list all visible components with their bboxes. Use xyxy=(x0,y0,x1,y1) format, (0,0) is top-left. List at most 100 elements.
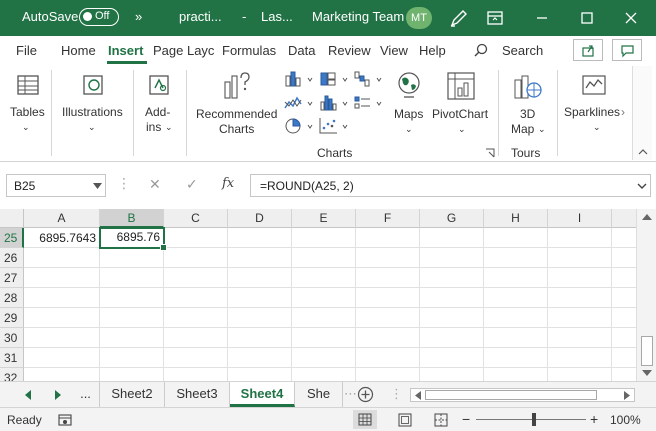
grid-cell[interactable] xyxy=(548,348,612,368)
pivotchart-label[interactable]: PivotChart xyxy=(432,107,488,122)
grid-cell[interactable] xyxy=(24,268,100,288)
grid-cell[interactable] xyxy=(420,288,484,308)
grid-cell[interactable] xyxy=(24,348,100,368)
3d-map-label-line2[interactable]: Map xyxy=(511,122,534,137)
grid-cell[interactable] xyxy=(484,288,548,308)
grid-cell[interactable] xyxy=(548,248,612,268)
grid-cell[interactable] xyxy=(548,328,612,348)
waterfall-chart-icon[interactable] xyxy=(352,70,386,88)
grid-cell[interactable] xyxy=(484,308,548,328)
maps-icon[interactable] xyxy=(395,70,423,102)
search-label[interactable]: Search xyxy=(502,43,543,58)
zoom-slider-thumb[interactable] xyxy=(532,413,536,426)
grid-cell[interactable] xyxy=(24,248,100,268)
column-header-b[interactable]: B xyxy=(100,209,164,228)
add-ins-label-line1[interactable]: Add- xyxy=(145,105,170,120)
grid-cell[interactable] xyxy=(420,368,484,381)
scroll-up-icon[interactable] xyxy=(642,213,652,220)
grid-cell[interactable] xyxy=(484,348,548,368)
sheet-tab-partial[interactable]: She xyxy=(295,382,343,407)
grid-cell[interactable] xyxy=(420,228,484,248)
cell-a25[interactable]: 6895.7643 xyxy=(24,228,100,248)
grid-cell[interactable] xyxy=(24,288,100,308)
maximize-icon[interactable] xyxy=(576,8,598,28)
new-sheet-icon[interactable] xyxy=(357,386,374,403)
sparklines-icon[interactable] xyxy=(580,72,608,98)
tab-help[interactable]: Help xyxy=(419,43,446,58)
grid-cell[interactable] xyxy=(228,348,292,368)
grid-cell[interactable] xyxy=(548,228,612,248)
tab-scroll-split-handle[interactable]: ⋮ xyxy=(390,386,403,402)
column-header-d[interactable]: D xyxy=(228,209,292,228)
user-avatar[interactable]: MT xyxy=(406,7,432,29)
column-header-i[interactable]: I xyxy=(548,209,612,228)
grid-cell[interactable] xyxy=(484,248,548,268)
page-layout-view-icon[interactable] xyxy=(398,413,412,427)
search-icon[interactable] xyxy=(473,42,489,58)
grid-cell[interactable] xyxy=(356,228,420,248)
ribbon-scroll-right-icon[interactable]: › xyxy=(621,105,625,120)
pivotchart-icon[interactable] xyxy=(446,70,476,102)
ribbon-display-options-icon[interactable] xyxy=(484,8,506,28)
3d-map-icon[interactable] xyxy=(511,70,543,102)
grid-cell[interactable] xyxy=(420,328,484,348)
grid-cell[interactable] xyxy=(100,248,164,268)
file-name[interactable]: practi... xyxy=(179,9,222,24)
column-header-f[interactable]: F xyxy=(356,209,420,228)
next-sheet-icon[interactable] xyxy=(54,390,62,400)
grid-cell[interactable] xyxy=(228,228,292,248)
sheet-tab-sheet3[interactable]: Sheet3 xyxy=(165,382,230,407)
row-header-26[interactable]: 26 xyxy=(0,248,24,268)
share-button[interactable] xyxy=(573,39,603,61)
grid-cell[interactable] xyxy=(100,288,164,308)
select-all-button[interactable] xyxy=(0,209,24,228)
column-header-h[interactable]: H xyxy=(484,209,548,228)
grid-cell[interactable] xyxy=(164,228,228,248)
grid-cell[interactable] xyxy=(24,308,100,328)
grid-cell[interactable] xyxy=(292,368,356,381)
grid-cell[interactable] xyxy=(228,368,292,381)
grid-cell[interactable] xyxy=(548,308,612,328)
row-header-27[interactable]: 27 xyxy=(0,268,24,288)
grid-cell[interactable] xyxy=(100,368,164,381)
autosave-toggle[interactable]: Off xyxy=(79,8,119,26)
tables-label[interactable]: Tables xyxy=(10,105,45,120)
grid-cell[interactable] xyxy=(292,348,356,368)
column-header-g[interactable]: G xyxy=(420,209,484,228)
grid-cell[interactable] xyxy=(24,328,100,348)
tab-formulas[interactable]: Formulas xyxy=(222,43,276,58)
pen-icon[interactable] xyxy=(448,8,470,28)
sparklines-label[interactable]: Sparklines xyxy=(564,105,620,120)
line-chart-icon[interactable] xyxy=(283,94,317,112)
scroll-down-icon[interactable] xyxy=(642,370,652,377)
grid-cell[interactable] xyxy=(292,228,356,248)
sparklines-dropdown-icon[interactable]: ⌄ xyxy=(593,120,601,135)
grid-cell[interactable] xyxy=(100,308,164,328)
tab-data[interactable]: Data xyxy=(288,43,315,58)
sheet-tab-sheet4[interactable]: Sheet4 xyxy=(230,382,295,407)
grid-cell[interactable] xyxy=(420,248,484,268)
previous-sheet-icon[interactable] xyxy=(24,390,32,400)
recommended-charts-label-line2[interactable]: Charts xyxy=(219,122,254,137)
grid-cell[interactable] xyxy=(164,348,228,368)
maps-label[interactable]: Maps xyxy=(394,107,423,122)
grid-cell[interactable] xyxy=(292,288,356,308)
vertical-scroll-thumb[interactable] xyxy=(641,336,653,366)
grid-cell[interactable] xyxy=(484,328,548,348)
formula-input[interactable]: =ROUND(A25, 2) xyxy=(250,174,651,197)
zoom-slider-track[interactable] xyxy=(476,419,586,420)
maps-dropdown-icon[interactable]: ⌄ xyxy=(405,122,413,137)
tab-insert[interactable]: Insert xyxy=(108,43,143,58)
name-box[interactable]: B25 xyxy=(6,174,106,197)
grid-cell[interactable] xyxy=(164,308,228,328)
3d-map-dropdown-icon[interactable]: ⌄ xyxy=(538,122,546,137)
grid-cell[interactable] xyxy=(24,368,100,381)
tables-dropdown-icon[interactable]: ⌄ xyxy=(22,120,30,135)
add-ins-dropdown-icon[interactable]: ⌄ xyxy=(165,120,173,135)
zoom-level[interactable]: 100% xyxy=(610,413,641,427)
name-box-dropdown-icon[interactable] xyxy=(93,183,102,189)
save-location[interactable]: Las... xyxy=(261,9,293,24)
dialog-launcher-icon[interactable] xyxy=(485,148,495,158)
grid-cell[interactable] xyxy=(292,308,356,328)
add-ins-icon[interactable] xyxy=(146,72,172,98)
